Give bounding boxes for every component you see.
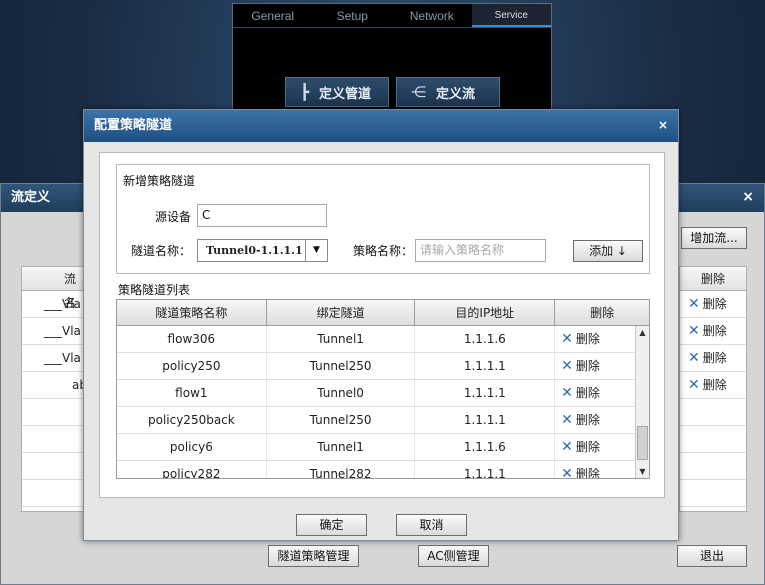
- delete-x-icon: ✕: [561, 466, 573, 479]
- flow-row-empty: [680, 399, 746, 426]
- tunnel-policy-dialog: 配置策略隧道 × 新增策略隧道 源设备 C 隧道名称： Tunnel0-1.1.…: [83, 109, 679, 541]
- dialog-close-icon[interactable]: ×: [658, 118, 668, 132]
- define-pipe-button[interactable]: ┣ 定义管道: [285, 77, 389, 107]
- flow-dialog-close-icon[interactable]: ×: [742, 189, 754, 205]
- cell-tunnel: Tunnel250: [267, 353, 416, 379]
- source-device-label: 源设备: [155, 210, 192, 224]
- flow-row-empty: [22, 480, 86, 507]
- tab-general[interactable]: General: [233, 4, 313, 27]
- tab-setup[interactable]: Setup: [313, 4, 393, 27]
- cell-ip: 1.1.1.1: [415, 407, 556, 433]
- scroll-up-icon[interactable]: ▲: [636, 326, 649, 340]
- cell-tunnel: Tunnel0: [267, 380, 416, 406]
- cell-tunnel: Tunnel250: [267, 407, 416, 433]
- flow-row-empty: [680, 453, 746, 480]
- table-row[interactable]: policy250 Tunnel250 1.1.1.1 ✕ 删除: [117, 353, 649, 380]
- dialog-title: 配置策略隧道: [84, 110, 678, 142]
- delete-x-icon: ✕: [688, 296, 700, 312]
- tunnel-name-label: 隧道名称：: [131, 244, 192, 258]
- define-pipe-label: 定义管道: [319, 86, 372, 102]
- cell-tunnel: Tunnel1: [267, 326, 416, 352]
- scroll-thumb[interactable]: [637, 426, 648, 460]
- delete-x-icon: ✕: [561, 385, 573, 401]
- define-flow-button[interactable]: ⋲ 定义流: [396, 77, 500, 107]
- delete-x-icon: ✕: [688, 350, 700, 366]
- cell-policy-name: policy250back: [117, 407, 267, 433]
- col-dest-ip: 目的IP地址: [415, 300, 556, 325]
- table-row[interactable]: policy282 Tunnel282 1.1.1.1 ✕ 删除: [117, 461, 649, 479]
- cell-policy-name: flow1: [117, 380, 267, 406]
- table-row[interactable]: flow1 Tunnel0 1.1.1.1 ✕ 删除: [117, 380, 649, 407]
- table-scrollbar[interactable]: ▲ ▼: [635, 326, 649, 478]
- scroll-down-icon[interactable]: ▼: [636, 465, 649, 478]
- col-bound-tunnel: 绑定隧道: [267, 300, 416, 325]
- table-header: 隧道策略名称 绑定隧道 目的IP地址 删除: [117, 300, 649, 326]
- col-policy-name: 隧道策略名称: [117, 300, 267, 325]
- tab-service[interactable]: Service: [471, 4, 551, 27]
- new-policy-section: 新增策略隧道 源设备 C 隧道名称： Tunnel0-1.1.1.1 ▼ 策略名…: [116, 164, 650, 274]
- dropdown-arrow-icon[interactable]: ▼: [305, 240, 327, 261]
- tab-network[interactable]: Network: [392, 4, 472, 27]
- table-row[interactable]: policy6 Tunnel1 1.1.1.6 ✕ 删除: [117, 434, 649, 461]
- flow-delete-button[interactable]: ✕ 删除: [680, 345, 746, 372]
- policy-table: 隧道策略名称 绑定隧道 目的IP地址 删除 flow306 Tunnel1 1.…: [116, 299, 650, 479]
- cell-ip: 1.1.1.6: [415, 326, 556, 352]
- flow-row[interactable]: ___Vla: [22, 318, 86, 345]
- service-panel: General Setup Network Service ┣ 定义管道 ⋲ 定…: [232, 3, 552, 115]
- service-tabs: General Setup Network Service: [233, 4, 551, 28]
- col-delete: 删除: [590, 306, 615, 320]
- tunnel-policy-mgmt-button[interactable]: 隧道策略管理: [268, 545, 359, 567]
- policy-name-input[interactable]: 请输入策略名称: [415, 239, 546, 262]
- policy-list-title: 策略隧道列表: [118, 283, 191, 297]
- flow-row[interactable]: ab: [22, 372, 86, 399]
- flow-table-delete-column: 删除 ✕ 删除 ✕ 删除 ✕ 删除 ✕ 删除: [679, 266, 747, 512]
- tunnel-name-select[interactable]: Tunnel0-1.1.1.1 ▼: [197, 239, 328, 262]
- cell-ip: 1.1.1.1: [415, 353, 556, 379]
- table-row[interactable]: policy250back Tunnel250 1.1.1.1 ✕ 删除: [117, 407, 649, 434]
- cell-policy-name: flow306: [117, 326, 267, 352]
- tunnel-name-value: Tunnel0-1.1.1.1: [206, 244, 303, 257]
- ok-button[interactable]: 确定: [296, 514, 367, 536]
- flow-row-empty: [22, 426, 86, 453]
- flow-row-empty: [680, 426, 746, 453]
- delete-column-header: 删除: [680, 267, 746, 291]
- flow-row-empty: [680, 480, 746, 507]
- cell-ip: 1.1.1.1: [415, 380, 556, 406]
- delete-x-icon: ✕: [561, 412, 573, 428]
- table-row[interactable]: flow306 Tunnel1 1.1.1.6 ✕ 删除: [117, 326, 649, 353]
- ac-side-mgmt-button[interactable]: AC侧管理: [418, 545, 489, 567]
- cell-policy-name: policy282: [117, 461, 267, 478]
- flow-row[interactable]: ___Vla: [22, 345, 86, 372]
- source-device-input[interactable]: C: [197, 204, 327, 227]
- flow-table-left: 流名 ___Vla ___Vla ___Vla ab: [21, 266, 87, 512]
- define-flow-label: 定义流: [436, 86, 476, 102]
- cell-tunnel: Tunnel1: [267, 434, 416, 460]
- delete-x-icon: ✕: [561, 439, 573, 455]
- delete-x-icon: ✕: [688, 323, 700, 339]
- flow-icon: ⋲: [411, 83, 426, 101]
- cell-ip: 1.1.1.1: [415, 461, 556, 478]
- add-flow-button[interactable]: 增加流...: [681, 227, 747, 249]
- pipe-icon: ┣: [300, 83, 310, 101]
- add-button[interactable]: 添加 ↓: [573, 240, 643, 262]
- new-policy-title: 新增策略隧道: [123, 174, 196, 188]
- flow-delete-button[interactable]: ✕ 删除: [680, 318, 746, 345]
- dialog-content: 新增策略隧道 源设备 C 隧道名称： Tunnel0-1.1.1.1 ▼ 策略名…: [99, 152, 665, 498]
- cell-ip: 1.1.1.6: [415, 434, 556, 460]
- policy-name-label: 策略名称：: [353, 244, 414, 258]
- cell-policy-name: policy250: [117, 353, 267, 379]
- cell-policy-name: policy6: [117, 434, 267, 460]
- flow-row-empty: [22, 453, 86, 480]
- flow-row-empty: [22, 399, 86, 426]
- exit-button[interactable]: 退出: [677, 545, 747, 567]
- flow-name-header: 流名: [22, 267, 86, 310]
- delete-x-icon: ✕: [561, 358, 573, 374]
- delete-x-icon: ✕: [688, 377, 700, 393]
- cancel-button[interactable]: 取消: [396, 514, 467, 536]
- flow-delete-button[interactable]: ✕ 删除: [680, 372, 746, 399]
- cell-tunnel: Tunnel282: [267, 461, 416, 478]
- flow-delete-button[interactable]: ✕ 删除: [680, 291, 746, 318]
- flow-row[interactable]: ___Vla: [22, 291, 86, 318]
- delete-x-icon: ✕: [561, 331, 573, 347]
